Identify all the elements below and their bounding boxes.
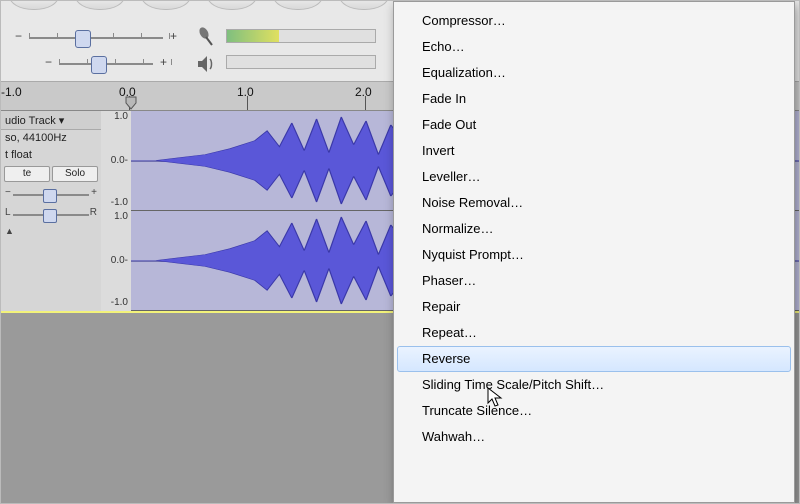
track-gain-slider[interactable]: − + (7, 186, 95, 204)
solo-button[interactable]: Solo (52, 166, 98, 182)
track-control-panel: udio Track ▾ so, 44100Hz t float te Solo… (1, 111, 102, 311)
slider-thumb[interactable] (43, 189, 57, 203)
speaker-icon (196, 53, 218, 75)
slider-thumb[interactable] (75, 30, 91, 48)
track-meta: so, 44100Hz (1, 130, 101, 147)
menu-item-wahwah[interactable]: Wahwah… (394, 424, 794, 450)
record-meter[interactable] (226, 29, 376, 43)
input-volume-slider[interactable]: − + (41, 53, 171, 75)
menu-item-echo[interactable]: Echo… (394, 34, 794, 60)
menu-item-invert[interactable]: Invert (394, 138, 794, 164)
pan-left-label: L (5, 207, 11, 218)
menu-item-compressor[interactable]: Compressor… (394, 8, 794, 34)
minus-icon: − (45, 55, 52, 69)
transport-knob[interactable] (273, 0, 323, 10)
plus-icon: + (160, 55, 167, 69)
track-pan-slider[interactable]: L R (7, 206, 95, 224)
amplitude-scale: 1.0 0.0- -1.0 1.0 0.0- -1.0 (101, 111, 132, 311)
menu-item-phaser[interactable]: Phaser… (394, 268, 794, 294)
menu-item-leveller[interactable]: Leveller… (394, 164, 794, 190)
menu-item-sliding-time-scale-pitch-shift[interactable]: Sliding Time Scale/Pitch Shift… (394, 372, 794, 398)
minus-icon: − (5, 187, 11, 198)
slider-thumb[interactable] (43, 209, 57, 223)
menu-item-nyquist-prompt[interactable]: Nyquist Prompt… (394, 242, 794, 268)
ruler-label: -1.0 (1, 85, 22, 99)
minus-icon: − (15, 29, 22, 43)
plus-icon: + (91, 187, 97, 198)
microphone-icon (196, 25, 218, 47)
plus-icon: + (170, 29, 177, 43)
menu-item-reverse[interactable]: Reverse (397, 346, 791, 372)
transport-knob[interactable] (9, 0, 59, 10)
menu-item-repeat[interactable]: Repeat… (394, 320, 794, 346)
menu-item-equalization[interactable]: Equalization… (394, 60, 794, 86)
menu-item-normalize[interactable]: Normalize… (394, 216, 794, 242)
track-meta: t float (1, 147, 101, 164)
track-name-dropdown[interactable]: udio Track ▾ (1, 111, 101, 130)
ruler-label: 1.0 (237, 85, 254, 99)
pan-right-label: R (90, 207, 97, 218)
output-volume-slider[interactable]: − + (11, 27, 181, 49)
transport-knob[interactable] (207, 0, 257, 10)
playback-meter[interactable] (226, 55, 376, 69)
transport-knob[interactable] (141, 0, 191, 10)
menu-item-fade-in[interactable]: Fade In (394, 86, 794, 112)
mute-button[interactable]: te (4, 166, 50, 182)
transport-knob[interactable] (75, 0, 125, 10)
menu-item-noise-removal[interactable]: Noise Removal… (394, 190, 794, 216)
menu-item-truncate-silence[interactable]: Truncate Silence… (394, 398, 794, 424)
playhead-marker[interactable] (125, 96, 137, 110)
slider-thumb[interactable] (91, 56, 107, 74)
effect-context-menu: Compressor…Echo…Equalization…Fade InFade… (393, 1, 795, 503)
collapse-track-button[interactable]: ▲ (5, 226, 19, 236)
transport-knob[interactable] (339, 0, 389, 10)
menu-item-repair[interactable]: Repair (394, 294, 794, 320)
menu-item-fade-out[interactable]: Fade Out (394, 112, 794, 138)
ruler-label: 2.0 (355, 85, 372, 99)
app-window: − + − + -1.0 0.0 1.0 2.0 (0, 0, 800, 504)
